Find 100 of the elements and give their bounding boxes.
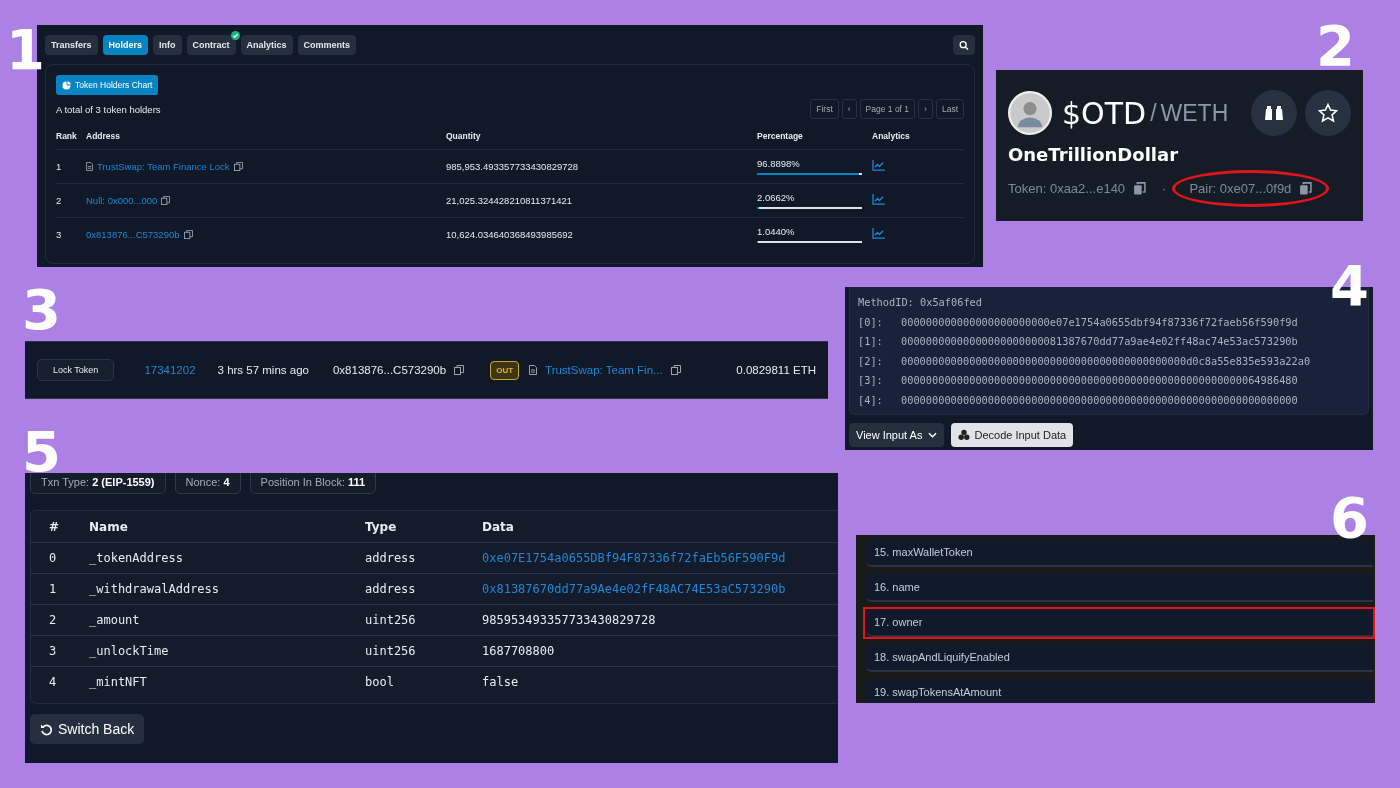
section-number: 3 [22, 282, 61, 338]
tab[interactable]: Info [153, 35, 182, 55]
table-cell-text: _amount [89, 613, 141, 627]
pagination-button[interactable]: ‹ [841, 99, 857, 119]
tab[interactable]: Holders [102, 35, 149, 55]
star-icon [1318, 103, 1338, 123]
table-cell-text: 3 [48, 644, 58, 658]
pagination-button[interactable]: Last [935, 99, 964, 119]
holders-total: A total of 3 token holders [56, 103, 161, 115]
info-chip: Position In Block: 111 [249, 473, 377, 494]
function-row[interactable]: 17. owner [866, 609, 1373, 637]
address-link[interactable]: 0x813876...C573290b [86, 229, 180, 240]
chart-button[interactable]: Token Holders Chart [56, 75, 159, 95]
view-input-dropdown[interactable]: View Input As [849, 422, 945, 447]
param-index: [2]: [858, 353, 884, 369]
line-chart-icon[interactable] [872, 160, 885, 171]
address-text: Token: 0xaa2...e140 [1008, 181, 1126, 196]
address-link[interactable]: Null: 0x000...000 [86, 195, 158, 206]
param-index: [0]: [858, 314, 884, 330]
table-cell-text: bool [365, 675, 395, 689]
param-value: 000000000000000000000000e07e1754a0655dbf94f87336f72faeb56f590f9d [901, 315, 1298, 328]
table-cell-text: 21,025.324428210811371421 [446, 195, 574, 206]
block-link[interactable]: 17341202 [144, 364, 196, 376]
cubes-icon [958, 428, 971, 441]
table-cell-text: uint256 [365, 613, 417, 627]
table-cell-text: false [482, 675, 520, 689]
copy-icon[interactable] [1299, 182, 1313, 195]
tab[interactable]: Analytics [240, 35, 293, 55]
function-row[interactable]: 16. name [866, 574, 1373, 602]
copy-icon[interactable] [233, 162, 243, 171]
function-row[interactable]: 15. maxWalletToken [866, 539, 1373, 567]
decode-button[interactable]: Decode Input Data [951, 422, 1074, 447]
table-cell-text: _mintNFT [89, 675, 148, 689]
table-cell-text: 985,953.493357733430829728 [446, 161, 580, 172]
line-chart-icon[interactable] [872, 194, 885, 205]
column-header: Name [89, 519, 129, 534]
direction-badge: OUT [490, 360, 520, 380]
switch-back-button[interactable]: Switch Back [30, 714, 145, 744]
table-cell-text: 1687708800 [482, 644, 556, 658]
pair-separator: / [1150, 99, 1157, 127]
param-index: [3]: [858, 373, 884, 389]
column-header: Analytics [872, 131, 911, 141]
method-id: MethodID: 0x5af06fed [858, 295, 983, 310]
copy-icon[interactable] [454, 365, 465, 375]
copy-icon[interactable] [1133, 182, 1147, 195]
table-cell-text: _unlockTime [89, 644, 170, 658]
table-cell-text: address [365, 582, 417, 596]
copy-icon[interactable] [670, 365, 681, 375]
undo-icon [40, 722, 53, 736]
param-value: 0000000000000000000000000000000000000000000000000000000064986480 [901, 374, 1298, 387]
copy-icon[interactable] [183, 230, 193, 239]
copy-icon[interactable] [161, 196, 171, 205]
column-header: Quantity [446, 131, 482, 141]
address-link[interactable]: 0xe07E1754a0655DBf94F87336f72faEb56F590F9d [482, 551, 838, 565]
pagination-button[interactable]: Page 1 of 1 [859, 99, 916, 119]
to-address-link[interactable]: TrustSwap: Team Fin... [545, 364, 663, 376]
param-value: 00000000000000000000000081387670dd77a9ae4e02ff48ac74e53ac573290b [901, 335, 1298, 348]
pagination-button[interactable]: › [918, 99, 933, 119]
address-link[interactable]: TrustSwap: Team Finance Lock [97, 161, 230, 172]
search-button[interactable] [953, 35, 975, 55]
address-link[interactable]: 0x81387670dd77a9Ae4e02fF48AC74E53aC573290b [482, 582, 838, 596]
function-row[interactable]: 19. swapTokensAtAmount [866, 679, 1373, 703]
info-chip: Txn Type: 2 (EIP-1559) [30, 473, 166, 494]
function-row[interactable]: 18. swapAndLiquifyEnabled [866, 644, 1373, 672]
avatar [1008, 91, 1052, 135]
column-header: Data [482, 519, 515, 534]
tab[interactable]: Transfers [45, 35, 98, 55]
tab[interactable]: Comments [297, 35, 357, 55]
table-cell-text: 2 [56, 195, 63, 206]
age-text: 3 hrs 57 mins ago [217, 364, 309, 376]
table-cell-text: 0 [48, 551, 58, 565]
token-symbol: $OTD [1062, 95, 1147, 131]
table-cell-text: 3 [56, 229, 63, 240]
percentage-text: 2.0662% [757, 192, 796, 203]
table-cell-text: 1 [56, 161, 63, 172]
pagination-button[interactable]: First [810, 99, 839, 119]
param-index: [1]: [858, 334, 884, 350]
value-text: 0.0829811 ETH [736, 364, 816, 376]
column-header: Type [365, 519, 398, 534]
binoculars-button[interactable] [1251, 90, 1297, 136]
separator-dot: · [1162, 181, 1167, 196]
pie-chart-icon [62, 80, 71, 90]
param-value: 0000000000000000000000000000000000000000000000000000000000000000 [901, 393, 1298, 406]
document-icon [529, 365, 538, 375]
param-index: [4]: [858, 392, 884, 408]
table-cell-text: uint256 [365, 644, 417, 658]
quote-symbol: WETH [1160, 99, 1229, 127]
column-header: Address [86, 131, 121, 141]
table-cell-text: _withdrawalAddress [89, 582, 221, 596]
percentage-text: 1.0440% [757, 226, 796, 237]
address-text: Pair: 0xe07...0f9d [1189, 181, 1292, 196]
favorite-button[interactable] [1305, 90, 1351, 136]
percentage-text: 96.8898% [757, 158, 801, 169]
line-chart-icon[interactable] [872, 228, 885, 239]
column-header: Percentage [757, 131, 804, 141]
section-number: 2 [1316, 18, 1355, 74]
info-chip: Nonce: 4 [174, 473, 241, 494]
search-icon [959, 39, 969, 51]
table-cell-text: 985953493357733430829728 [482, 613, 657, 627]
chevron-down-icon [928, 431, 938, 438]
